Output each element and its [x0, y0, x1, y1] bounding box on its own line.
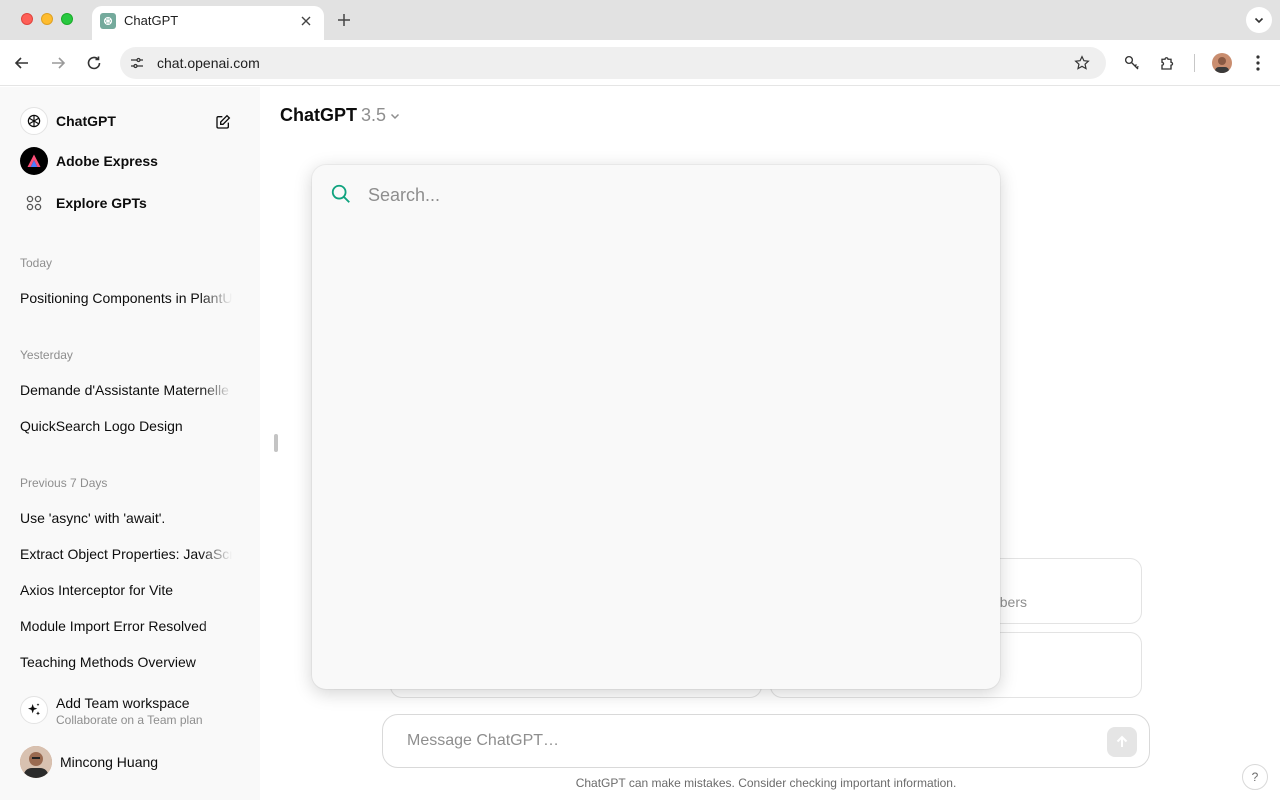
tab-search-chevron-down-icon[interactable]: [1246, 7, 1272, 33]
model-version: 3.5: [361, 105, 387, 125]
sidebar: ChatGPT Adobe Express Explore GPTs Today…: [0, 87, 260, 800]
chat-history-item[interactable]: Extract Object Properties: JavaScript: [20, 546, 232, 562]
close-tab-icon[interactable]: [296, 11, 316, 31]
browser-menu-icon[interactable]: [1246, 51, 1270, 75]
minimize-window-button[interactable]: [41, 13, 53, 25]
sidebar-item-adobe-express[interactable]: Adobe Express: [20, 147, 158, 175]
avatar: [20, 746, 52, 778]
key-icon[interactable]: [1120, 51, 1144, 75]
team-workspace-subtitle: Collaborate on a Team plan: [56, 713, 203, 727]
reload-icon[interactable]: [82, 51, 106, 75]
site-settings-icon[interactable]: [128, 54, 146, 72]
toolbar-divider: [1194, 54, 1195, 72]
chat-history-item[interactable]: Axios Interceptor for Vite: [20, 582, 232, 598]
add-team-workspace-button[interactable]: Add Team workspace Collaborate on a Team…: [20, 695, 203, 727]
message-composer[interactable]: Message ChatGPT…: [382, 714, 1150, 768]
fullscreen-window-button[interactable]: [61, 13, 73, 25]
sidebar-item-label: ChatGPT: [56, 113, 116, 129]
sidebar-item-explore-gpts[interactable]: Explore GPTs: [20, 189, 147, 217]
adobe-express-icon: [20, 147, 48, 175]
close-window-button[interactable]: [21, 13, 33, 25]
history-section-title: Today: [20, 256, 53, 270]
tab-title: ChatGPT: [124, 13, 179, 28]
openai-favicon-icon: [100, 13, 116, 29]
history-section-title: Previous 7 Days: [20, 476, 108, 490]
browser-toolbar: chat.openai.com: [0, 40, 1280, 86]
chat-history-item[interactable]: Use 'async' with 'await'.: [20, 510, 232, 526]
browser-tab-bar: ChatGPT: [0, 0, 1280, 40]
chat-history-item[interactable]: Teaching Methods Overview: [20, 654, 232, 670]
sidebar-resize-handle[interactable]: [274, 434, 278, 452]
user-menu[interactable]: Mincong Huang: [20, 746, 158, 778]
model-name: ChatGPT: [280, 105, 358, 125]
chevron-down-icon: [390, 111, 400, 121]
message-input[interactable]: Message ChatGPT…: [407, 732, 559, 750]
model-selector[interactable]: ChatGPT 3.5: [280, 105, 400, 126]
url-text: chat.openai.com: [157, 55, 260, 71]
search-icon: [331, 184, 350, 203]
team-workspace-title: Add Team workspace: [56, 695, 190, 711]
search-input[interactable]: [368, 179, 968, 211]
back-arrow-icon[interactable]: [10, 51, 34, 75]
search-dialog: [312, 165, 1000, 689]
browser-tab[interactable]: ChatGPT: [92, 6, 324, 40]
chat-history-item[interactable]: Demande d'Assistante Maternelle: [20, 382, 232, 398]
chat-history-item[interactable]: Positioning Components in PlantUML: [20, 290, 232, 306]
disclaimer-text: ChatGPT can make mistakes. Consider chec…: [575, 776, 957, 790]
sparkles-icon: [20, 696, 48, 724]
openai-logo-icon: [20, 107, 48, 135]
grid-icon: [20, 189, 48, 217]
suggestion-subtitle: bers: [999, 594, 1027, 610]
history-section-title: Yesterday: [20, 348, 73, 362]
chat-history-item[interactable]: Module Import Error Resolved: [20, 618, 232, 634]
forward-arrow-icon[interactable]: [46, 51, 70, 75]
bookmark-star-icon[interactable]: [1072, 53, 1092, 73]
sidebar-item-label: Adobe Express: [56, 153, 158, 169]
new-tab-icon[interactable]: [334, 10, 354, 30]
send-button[interactable]: [1107, 727, 1137, 757]
new-chat-edit-icon[interactable]: [212, 111, 234, 133]
sidebar-item-label: Explore GPTs: [56, 195, 147, 211]
sidebar-item-chatgpt[interactable]: ChatGPT: [20, 107, 116, 135]
extensions-puzzle-icon[interactable]: [1156, 51, 1180, 75]
chat-history-item[interactable]: QuickSearch Logo Design: [20, 418, 232, 434]
address-bar[interactable]: chat.openai.com: [120, 47, 1106, 79]
browser-profile-avatar[interactable]: [1212, 53, 1232, 73]
user-name: Mincong Huang: [60, 754, 159, 770]
help-button[interactable]: ?: [1242, 764, 1268, 790]
